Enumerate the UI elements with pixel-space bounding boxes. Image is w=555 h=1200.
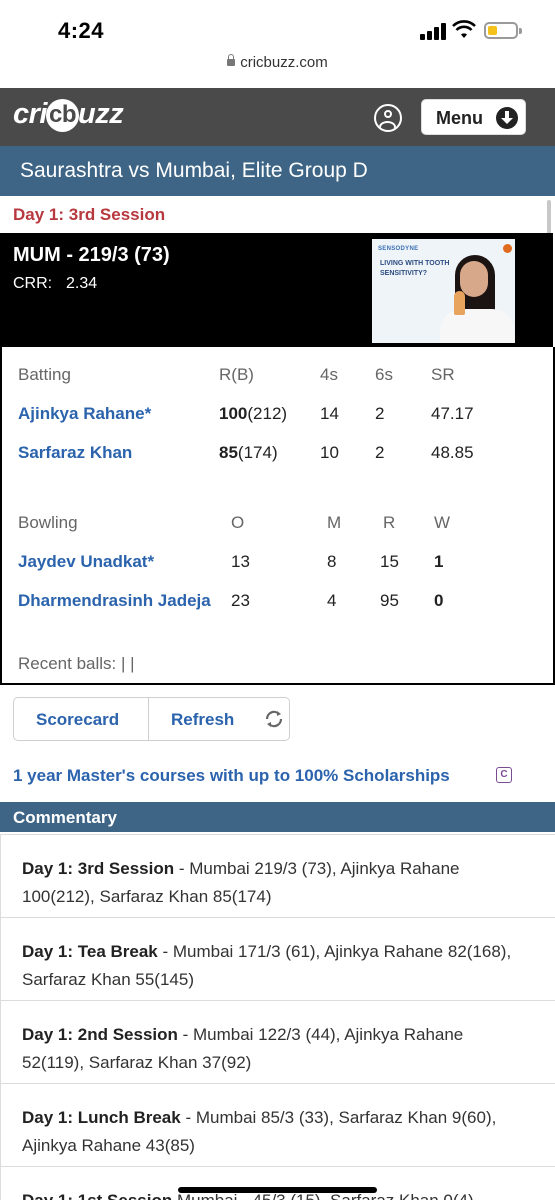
score-box: MUM - 219/3 (73) CRR: 2.34 SENSODYNE LIV… xyxy=(0,233,553,347)
bowling-header: Bowling xyxy=(18,513,78,532)
bowler-runs-header: R xyxy=(383,513,396,532)
overs-header: O xyxy=(231,513,245,532)
arrow-down-circle-icon xyxy=(496,107,518,129)
cellular-signal-icon xyxy=(420,22,446,40)
team-score: MUM - 219/3 (73) xyxy=(13,244,170,266)
session-status: Day 1: 3rd Session xyxy=(13,205,166,224)
site-header: cricbuzz Menu xyxy=(0,88,555,146)
refresh-button[interactable]: Refresh xyxy=(149,698,289,740)
commentary-item: Day 1: Lunch Break - Mumbai 85/3 (33), S… xyxy=(0,1083,555,1166)
bowler-wickets: 0 xyxy=(434,591,444,610)
bowler-name-link[interactable]: Dharmendrasinh Jadeja xyxy=(18,591,211,611)
strike-rate-header: SR xyxy=(431,365,455,384)
user-account-icon[interactable] xyxy=(374,104,402,132)
score-actions: Scorecard Refresh xyxy=(13,697,290,741)
ad-choices-icon[interactable]: C xyxy=(496,767,512,783)
commentary-item: Day 1: Tea Break - Mumbai 171/3 (61), Aj… xyxy=(0,917,555,1000)
match-title-bar: Saurashtra vs Mumbai, Elite Group D xyxy=(0,146,555,196)
status-bar: 4:24 xyxy=(0,0,555,50)
url-bar[interactable]: cricbuzz.com xyxy=(0,54,555,80)
bowler-overs: 23 xyxy=(231,591,250,610)
battery-icon xyxy=(484,22,522,39)
fours-header: 4s xyxy=(320,365,338,384)
commentary-header: Commentary xyxy=(0,802,555,832)
ad-person-body xyxy=(440,309,514,343)
batter-strike-rate: 48.85 xyxy=(431,443,474,462)
batter-strike-rate: 47.17 xyxy=(431,404,474,423)
ad-popsicle xyxy=(454,291,465,315)
refresh-label: Refresh xyxy=(171,710,235,729)
bowler-wickets: 1 xyxy=(434,552,444,571)
wifi-icon xyxy=(452,20,476,38)
live-scorecard-table: Batting R(B) 4s 6s SR Ajinkya Rahane* 10… xyxy=(0,347,555,685)
batter-name-link[interactable]: Sarfaraz Khan xyxy=(18,443,132,463)
maidens-header: M xyxy=(327,513,342,532)
scorecard-button[interactable]: Scorecard xyxy=(14,698,149,740)
menu-label: Menu xyxy=(436,108,483,128)
bowler-runs: 95 xyxy=(380,591,399,610)
ad-headline: LIVING WITH TOOTH SENSITIVITY? xyxy=(380,260,450,277)
menu-button[interactable]: Menu xyxy=(421,99,526,135)
ad-brand-logo xyxy=(503,244,512,253)
runs-balls-header: R(B) xyxy=(219,365,254,384)
scorecard-label: Scorecard xyxy=(36,710,120,729)
url-domain: cricbuzz.com xyxy=(240,54,328,71)
bowler-name-link[interactable]: Jaydev Unadkat* xyxy=(18,552,154,572)
crr-value: 2.34 xyxy=(66,275,98,292)
bowler-runs: 15 xyxy=(380,552,399,571)
bowler-maidens: 8 xyxy=(327,552,337,571)
batter-runs-balls: 100(212) xyxy=(219,404,288,423)
promo-link[interactable]: 1 year Master's courses with up to 100% … xyxy=(13,766,450,786)
batting-header: Batting xyxy=(18,365,71,384)
commentary-item: Day 1: 3rd Session - Mumbai 219/3 (73), … xyxy=(0,834,555,917)
batter-fours: 14 xyxy=(320,404,339,423)
crr-label: CRR: xyxy=(13,275,53,292)
ad-person-face xyxy=(460,261,488,297)
status-time: 4:24 xyxy=(58,18,105,43)
bowler-overs: 13 xyxy=(231,552,250,571)
home-indicator[interactable] xyxy=(178,1187,377,1193)
advertisement-banner[interactable]: SENSODYNE LIVING WITH TOOTH SENSITIVITY? xyxy=(372,239,515,343)
batter-runs-balls: 85(174) xyxy=(219,443,278,462)
batter-sixes: 2 xyxy=(375,404,385,423)
refresh-icon xyxy=(265,710,283,728)
commentary-title: Commentary xyxy=(13,808,117,827)
wickets-header: W xyxy=(434,513,451,532)
commentary-item: Day 1: 1st Session Mumbai - 45/3 (15), S… xyxy=(0,1166,555,1200)
commentary-item: Day 1: 2nd Session - Mumbai 122/3 (44), … xyxy=(0,1000,555,1083)
bowler-maidens: 4 xyxy=(327,591,337,610)
cricbuzz-logo[interactable]: cricbuzz xyxy=(13,98,124,132)
match-title: Saurashtra vs Mumbai, Elite Group D xyxy=(20,159,368,182)
recent-balls: Recent balls: | | xyxy=(18,654,135,673)
batter-name-link[interactable]: Ajinkya Rahane* xyxy=(18,404,151,424)
lock-icon xyxy=(227,54,236,66)
sixes-header: 6s xyxy=(375,365,393,384)
ad-brand: SENSODYNE xyxy=(378,246,419,252)
batter-fours: 10 xyxy=(320,443,339,462)
batter-sixes: 2 xyxy=(375,443,385,462)
